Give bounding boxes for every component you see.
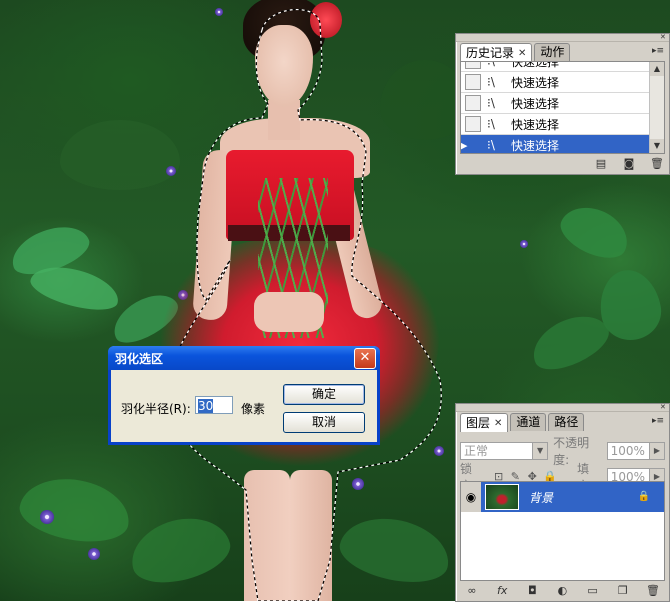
flower [215,8,223,16]
feather-radius-input[interactable]: 30 [195,396,233,414]
tab-close-icon[interactable]: ✕ [494,415,502,432]
panel-menu-icon[interactable]: ▸≡ [651,44,665,58]
tab-paths[interactable]: 路径 [548,413,585,431]
opacity-input[interactable]: 100% ▶ [606,442,665,460]
history-item-label: 快速选择 [511,117,560,132]
history-item-label: 快速选择 [511,138,560,153]
layers-footer: ∞ fx ◘ ◐ ▭ ❐ 🗑 [456,581,669,601]
leg-right [290,470,332,601]
feather-radius-label: 羽化半径(R): [121,402,191,416]
dialog-title-bar[interactable]: 羽化选区 ✕ [108,346,380,370]
flower [166,166,176,176]
history-footer: ▤ ◙ 🗑 [456,154,669,174]
history-snapshot-checkbox[interactable] [465,74,481,90]
tab-layers[interactable]: 图层 ✕ [460,413,509,432]
chevron-right-icon: ▶ [649,443,664,459]
tab-label: 通道 [516,415,541,429]
tab-actions[interactable]: 动作 [534,43,571,61]
history-item-label: 快速选择 [511,96,560,111]
scroll-down-icon[interactable]: ▼ [650,139,664,153]
new-group-icon[interactable]: ▭ [585,584,601,598]
panel-grip[interactable] [456,34,669,42]
blend-mode-value: 正常 [464,444,489,458]
layer-row-background[interactable]: ◉ 背景 🔒 [461,482,664,512]
close-icon[interactable]: ✕ [354,348,376,369]
blend-mode-select[interactable]: 正常 ▼ [460,442,549,460]
history-item[interactable]: ⁝\ 快速选择 [461,72,650,93]
trash-icon[interactable]: 🗑 [649,157,665,171]
flower [88,548,100,560]
history-snapshot-checkbox[interactable] [465,95,481,111]
history-item-selected[interactable]: ▶ ⁝\ 快速选择 [461,135,650,153]
foliage [334,509,456,591]
history-scrollbar[interactable]: ▲ ▼ [649,62,664,153]
foliage [60,120,180,190]
history-panel: ✕ 历史记录 ✕ 动作 ▸≡ ⁝\ 快速选择 ⁝\ 快速选择 ⁝\ 快速选择 ⁝… [455,33,670,175]
quick-selection-icon: ⁝\ [487,96,495,110]
quick-selection-icon: ⁝\ [487,138,495,152]
panel-close-icon[interactable]: ✕ [660,34,666,41]
tab-channels[interactable]: 通道 [510,413,547,431]
history-item[interactable]: ⁝\ 快速选择 [461,114,650,135]
hands [254,292,324,332]
layer-name: 背景 [529,490,554,505]
foliage [15,470,135,550]
fx-icon[interactable]: fx [494,584,510,598]
tab-history[interactable]: 历史记录 ✕ [460,43,533,62]
link-layers-icon[interactable]: ∞ [464,584,480,598]
tab-label: 动作 [540,45,565,59]
flower [40,510,54,524]
hair-flower [310,2,342,38]
new-snapshot-icon[interactable]: ◙ [621,157,637,171]
ok-button[interactable]: 确定 [283,384,365,405]
history-state-slider-icon[interactable]: ▶ [461,139,467,152]
flower [434,446,444,456]
layers-panel: ✕ 图层 ✕ 通道 路径 ▸≡ 正常 ▼ 不透明度: 100% ▶ 锁定: ⊡ … [455,403,670,602]
feather-selection-dialog: 羽化选区 ✕ 羽化半径(R): 30 像素 确定 取消 [108,346,380,445]
cancel-button[interactable]: 取消 [283,412,365,433]
history-item[interactable]: ⁝\ 快速选择 [461,93,650,114]
panel-close-icon[interactable]: ✕ [660,404,666,411]
history-item-label: 快速选择 [511,75,560,90]
panel-grip[interactable] [456,404,669,412]
quick-selection-icon: ⁝\ [487,75,495,89]
opacity-value: 100% [610,444,645,458]
history-tabs: 历史记录 ✕ 动作 [460,43,572,62]
history-item[interactable]: ⁝\ 快速选择 [461,61,650,72]
flower [520,240,528,248]
quick-selection-icon: ⁝\ [487,117,495,131]
foliage [123,508,237,592]
dialog-title: 羽化选区 [115,352,164,366]
layer-thumbnail [485,484,519,510]
feather-radius-value: 30 [198,399,214,413]
eye-icon[interactable]: ◉ [461,482,481,512]
history-snapshot-checkbox[interactable] [465,62,481,69]
panel-menu-icon[interactable]: ▸≡ [651,414,665,428]
tab-label: 历史记录 [466,45,515,60]
layers-tabs: 图层 ✕ 通道 路径 [460,413,586,432]
layer-mask-icon[interactable]: ◘ [524,584,540,598]
face [255,25,313,107]
quick-selection-icon: ⁝\ [487,61,495,68]
trash-icon[interactable]: 🗑 [645,584,661,598]
chevron-down-icon: ▼ [532,443,548,459]
new-layer-icon[interactable]: ❐ [615,584,631,598]
layers-list: ◉ 背景 🔒 [460,481,665,581]
feather-unit-label: 像素 [241,402,266,416]
tab-label: 图层 [466,415,491,430]
tab-close-icon[interactable]: ✕ [518,45,526,62]
leg-left [244,470,290,601]
history-list: ⁝\ 快速选择 ⁝\ 快速选择 ⁝\ 快速选择 ⁝\ 快速选择 ▶ ⁝\ [460,61,665,154]
new-document-from-state-icon[interactable]: ▤ [593,157,609,171]
adjustment-layer-icon[interactable]: ◐ [554,584,570,598]
foliage [553,197,637,267]
history-item-label: 快速选择 [511,61,560,69]
history-snapshot-checkbox[interactable] [465,116,481,132]
lock-icon: 🔒 [637,491,650,502]
scroll-up-icon[interactable]: ▲ [650,62,664,76]
tab-label: 路径 [554,415,579,429]
flower [352,478,364,490]
